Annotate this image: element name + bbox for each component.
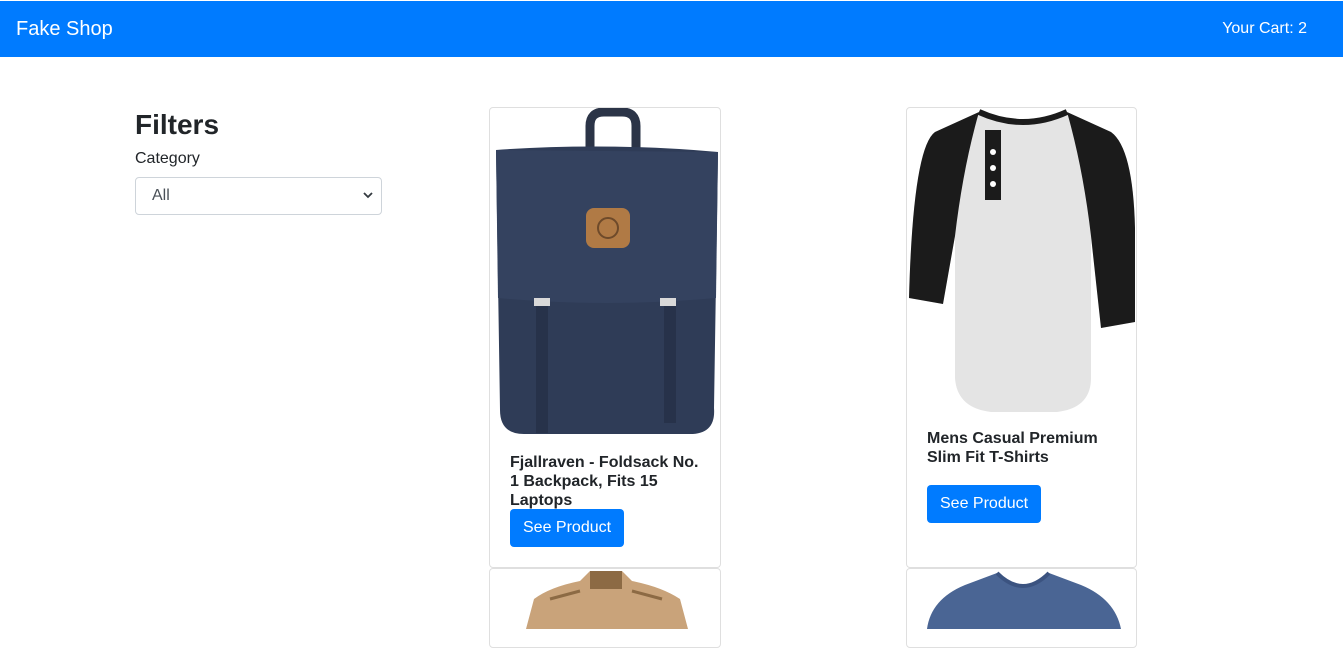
backpack-image[interactable] bbox=[490, 108, 721, 438]
tshirt-image[interactable] bbox=[907, 108, 1137, 418]
chevron-down-icon bbox=[363, 191, 373, 198]
top-navbar: Fake Shop Your Cart: 2 bbox=[0, 1, 1343, 57]
see-product-button[interactable]: See Product bbox=[510, 509, 625, 547]
category-select-value: All bbox=[152, 186, 170, 204]
filters-panel: Filters Category All bbox=[135, 108, 382, 215]
blue-tshirt-image[interactable] bbox=[907, 569, 1137, 629]
jacket-image[interactable] bbox=[490, 569, 721, 629]
product-card: Mens Casual Premium Slim Fit T-Shirts Se… bbox=[906, 107, 1137, 568]
category-select[interactable]: All bbox=[135, 176, 382, 215]
product-card bbox=[489, 568, 721, 648]
cart-link[interactable]: Your Cart: 2 bbox=[1222, 20, 1307, 38]
product-title: Fjallraven - Foldsack No. 1 Backpack, Fi… bbox=[510, 454, 699, 509]
product-title: Mens Casual Premium Slim Fit T-Shirts bbox=[927, 430, 1098, 466]
category-label: Category bbox=[135, 149, 200, 167]
product-card bbox=[906, 568, 1137, 648]
see-product-button[interactable]: See Product bbox=[927, 485, 1042, 523]
filters-title: Filters bbox=[135, 109, 220, 140]
brand-logo-link[interactable]: Fake Shop bbox=[16, 19, 113, 39]
product-card: Fjallraven - Foldsack No. 1 Backpack, Fi… bbox=[489, 107, 721, 568]
